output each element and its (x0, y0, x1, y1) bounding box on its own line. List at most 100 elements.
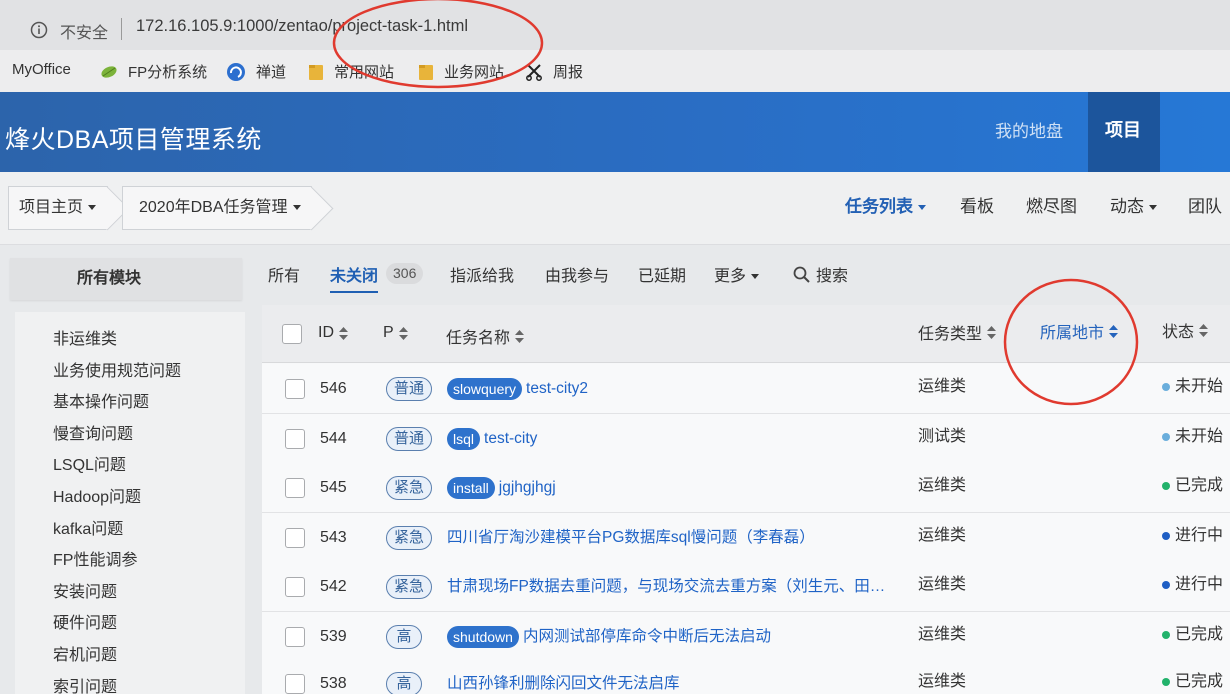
row-checkbox[interactable] (285, 429, 305, 449)
task-name-cell: slowquery test-city2 (447, 364, 907, 413)
module-item[interactable]: 硬件问题 (15, 608, 245, 640)
bookmark-myoffice[interactable]: MyOffice (12, 61, 71, 78)
column-header-type[interactable]: 任务类型 (918, 320, 997, 344)
task-type: 运维类 (918, 626, 967, 643)
bookmark-weekly[interactable]: 周报 (525, 61, 583, 82)
task-id: 539 (320, 628, 347, 645)
task-name-link[interactable]: 甘肃现场FP数据去重问题，与现场交流去重方案（刘生元、田… (447, 578, 885, 595)
column-header-id[interactable]: ID (318, 324, 348, 342)
module-item[interactable]: FP性能调参 (15, 545, 245, 577)
task-name-cell: 山西孙锋利删除闪回文件无法启库 (447, 661, 907, 694)
tab-unclosed[interactable]: 未关闭 (330, 262, 378, 286)
breadcrumb-project[interactable]: 2020年DBA任务管理 (122, 186, 312, 230)
tab-more[interactable]: 更多 (714, 262, 760, 286)
priority-badge: 紧急 (386, 526, 433, 550)
bookmark-folder-business[interactable]: 业务网站 (418, 61, 504, 82)
module-item[interactable]: Hadoop问题 (15, 482, 245, 514)
column-header-name[interactable]: 任务名称 (446, 324, 525, 348)
chevron-down-icon (918, 205, 926, 211)
table-row[interactable]: 544 普通 lsql test-city 测试类 未开始 (262, 414, 1230, 464)
task-tag[interactable]: lsql (447, 428, 481, 450)
chevron-down-icon (751, 274, 760, 280)
leaf-icon (101, 65, 117, 78)
tab-involved[interactable]: 由我参与 (545, 262, 609, 286)
table-row[interactable]: 543 紧急 四川省厅淘沙建模平台PG数据库sql慢问题（李春磊） 运维类 进行… (262, 513, 1230, 563)
status-dot (1162, 531, 1170, 540)
table-row[interactable]: 546 普通 slowquery test-city2 运维类 未开始 (262, 364, 1230, 414)
task-tag[interactable]: slowquery (447, 378, 523, 400)
module-item[interactable]: 非运维类 (15, 324, 245, 356)
module-item[interactable]: 宕机问题 (15, 640, 245, 672)
priority-badge: 紧急 (386, 476, 433, 500)
task-name-link[interactable]: test-city2 (526, 380, 588, 397)
row-checkbox[interactable] (285, 478, 305, 498)
menu-kanban[interactable]: 看板 (960, 192, 994, 217)
nav-my-dashboard[interactable]: 我的地盘 (995, 117, 1063, 142)
module-item[interactable]: 安装问题 (15, 577, 245, 609)
task-type: 运维类 (918, 576, 967, 593)
module-item[interactable]: 基本操作问题 (15, 387, 245, 419)
table-row[interactable]: 538 高 山西孙锋利删除闪回文件无法启库 运维类 已完成 (262, 661, 1230, 694)
task-status: 进行中 (1162, 562, 1223, 608)
module-item[interactable]: 业务使用规范问题 (15, 356, 245, 388)
task-type: 运维类 (918, 378, 967, 395)
row-checkbox[interactable] (285, 379, 305, 399)
task-name-link[interactable]: 山西孙锋利删除闪回文件无法启库 (447, 675, 680, 692)
menu-label: 动态 (1110, 197, 1144, 216)
row-checkbox[interactable] (285, 674, 305, 694)
row-checkbox[interactable] (285, 577, 305, 597)
row-checkbox[interactable] (285, 627, 305, 647)
module-item[interactable]: kafka问题 (15, 514, 245, 546)
module-item[interactable]: LSQL问题 (15, 450, 245, 482)
nav-project[interactable]: 项目 (1088, 92, 1160, 172)
module-item[interactable]: 索引问题 (15, 672, 245, 694)
search-button[interactable]: 搜索 (793, 262, 848, 286)
column-header-status[interactable]: 状态 (1162, 318, 1209, 342)
sort-icon (339, 326, 348, 340)
bookmark-fp[interactable]: FP分析系统 (100, 61, 207, 82)
sub-navigation: 项目主页 2020年DBA任务管理 任务列表 看板 燃尽图 动态 团队 (0, 172, 1230, 245)
column-header-priority[interactable]: P (383, 324, 408, 342)
status-dot (1162, 630, 1170, 639)
row-checkbox[interactable] (285, 528, 305, 548)
task-name-link[interactable]: jgjhgjhgj (499, 479, 556, 496)
status-text: 已完成 (1175, 477, 1224, 494)
url-text[interactable]: 172.16.105.9:1000/zentao/project-task-1.… (136, 17, 468, 36)
table-row[interactable]: 542 紧急 甘肃现场FP数据去重问题，与现场交流去重方案（刘生元、田… 运维类… (262, 562, 1230, 612)
column-header-city[interactable]: 所属地市 (1040, 319, 1119, 343)
module-tree-title[interactable]: 所有模块 (10, 258, 242, 300)
folder-icon (309, 64, 323, 80)
bookmark-folder-common[interactable]: 常用网站 (308, 61, 394, 82)
scissors-icon (526, 63, 542, 81)
sort-icon (1199, 323, 1209, 337)
column-label: 任务名称 (446, 330, 511, 347)
status-text: 进行中 (1175, 576, 1224, 593)
task-name-link[interactable]: 内网测试部停库命令中断后无法启动 (523, 628, 771, 645)
security-label[interactable]: 不安全 (60, 19, 108, 43)
browser-address-bar[interactable]: 不安全 172.16.105.9:1000/zentao/project-tas… (0, 0, 1230, 50)
priority-badge: 普通 (386, 377, 433, 401)
search-icon (793, 266, 810, 283)
menu-burndown[interactable]: 燃尽图 (1026, 192, 1077, 217)
table-row[interactable]: 545 紧急 install jgjhgjhgj 运维类 已完成 (262, 463, 1230, 513)
task-name-link[interactable]: 四川省厅淘沙建模平台PG数据库sql慢问题（李春磊） (447, 529, 815, 546)
menu-team[interactable]: 团队 (1188, 192, 1222, 217)
app-title[interactable]: 烽火DBA项目管理系统 (5, 120, 262, 156)
status-dot (1162, 382, 1170, 391)
tab-all[interactable]: 所有 (268, 262, 300, 286)
bookmark-zentao[interactable]: 禅道 (226, 61, 286, 82)
status-text: 未开始 (1175, 428, 1224, 445)
task-tag[interactable]: install (447, 477, 495, 499)
menu-dynamic[interactable]: 动态 (1110, 192, 1157, 217)
table-row[interactable]: 539 高 shutdown 内网测试部停库命令中断后无法启动 运维类 已完成 (262, 612, 1230, 662)
breadcrumb-project-home[interactable]: 项目主页 (8, 186, 108, 230)
info-icon[interactable] (30, 21, 48, 39)
module-item[interactable]: 慢查询问题 (15, 419, 245, 451)
select-all-checkbox[interactable] (282, 324, 302, 344)
task-tag[interactable]: shutdown (447, 626, 519, 648)
tab-delayed[interactable]: 已延期 (638, 262, 686, 286)
task-name-link[interactable]: test-city (484, 430, 537, 447)
menu-task-list[interactable]: 任务列表 (845, 192, 926, 217)
task-name-cell: shutdown 内网测试部停库命令中断后无法启动 (447, 612, 907, 661)
tab-assigned-to-me[interactable]: 指派给我 (450, 262, 514, 286)
